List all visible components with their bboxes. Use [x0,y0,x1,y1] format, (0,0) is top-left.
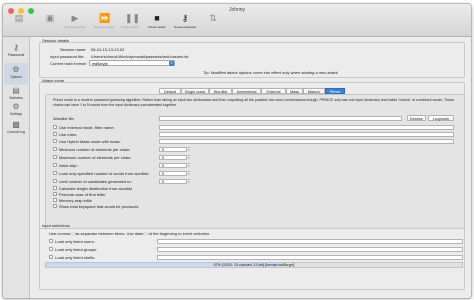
hybrid-mask-label: Use Hybrid Mask mode with mask: [59,139,121,144]
min-elements-stepper[interactable]: 0 ▴ ▾ [159,146,190,152]
stepper-arrows-icon[interactable]: ▴ ▾ [187,146,191,152]
toolbar-export-button[interactable]: ⇅ [201,13,225,35]
listed-groups-input[interactable] [157,247,463,252]
length-distribution-checkbox[interactable] [53,186,57,190]
listed-users-input[interactable] [157,239,463,244]
external-mode-checkbox[interactable] [53,125,57,129]
attack-progress-bar: 57% (13/20: 15 cracked, 11 left) [format… [45,262,463,268]
rules-checkbox[interactable] [53,132,57,136]
input-selections-label: Input selections [42,223,70,228]
toolbar-pause-attack-button[interactable]: ❚❚ Pause attack [116,13,144,35]
limit-candidates-label: Limit number of candidates generated to: [59,179,132,184]
pause-icon: ❚❚ [125,13,141,23]
permute-case-checkbox[interactable] [53,192,57,196]
hash-format-select[interactable]: md5crypt ▾ [89,60,175,66]
stepper-arrows-icon[interactable]: ▴ ▾ [187,154,191,160]
load-words-label: Load only specified number of words from… [59,171,150,176]
prince-description: Prince mode is a modern password guessin… [53,98,455,108]
toolbar-start-attack-button[interactable]: ▶ Start new attack [60,13,90,35]
listed-users-checkbox[interactable] [49,239,53,243]
permute-case-label: Permute case of first letter [59,192,106,197]
sidebar: ⚷ Passwords ⚙ Options ▤ Statistics ⚙ Set… [3,37,30,298]
wordlist-file-input[interactable] [159,116,402,121]
browse-button[interactable]: Browse [407,115,426,121]
listed-shells-label: Load only listed shells: [55,255,96,260]
limit-candidates-stepper[interactable]: 0 ▴ ▾ [159,178,190,184]
input-selections-hint: Use comma ',' as separator between items… [49,231,211,236]
hash-format-label: Current hash format: [50,61,87,66]
initial-skip-stepper[interactable]: 0 ▴ ▾ [159,162,190,168]
toolbar-open-button[interactable]: ▤ [7,13,31,35]
chart-icon: ▤ [12,86,20,95]
stepper-arrows-icon[interactable]: ▴ ▾ [187,178,191,184]
key-icon: ⚷ [13,43,19,52]
gears-icon: ⚙ [12,65,20,74]
stop-icon: ■ [154,13,160,23]
session-details-label: Session details [42,38,69,43]
toolbar-guess-password-button[interactable]: ⚷ Guess password [170,13,200,35]
memory-map-checkbox[interactable] [53,198,57,202]
export-icon: ⇅ [209,13,217,23]
attack-mode-label: Attack mode [42,78,65,83]
progress-status-text: 57% (13/20: 15 cracked, 11 left) [format… [213,263,295,267]
wordlist-file-label: Wordlist file: [53,116,75,121]
input-file-label: Input password file: [50,54,85,59]
min-elements-checkbox[interactable] [53,147,57,151]
show-keyspace-checkbox[interactable] [53,204,57,208]
session-name-value: 08-24-15-13-13-02 [91,47,125,52]
tip-text: Tip: Modified attack options come into e… [203,70,338,75]
limit-candidates-checkbox[interactable] [53,179,57,183]
chevron-down-icon: ▾ [169,61,174,66]
toolbar-resume-attack-button[interactable]: ⏩ Resume attack [90,13,118,35]
console-icon: ▩ [12,120,20,129]
title-bar: Johnny ▤ ▣ ▶ Start new attack ⏩ Resume a… [3,4,471,37]
sidebar-item-console-log[interactable]: ▩ Console log [4,118,28,140]
session-name-label: Session name: [60,47,87,52]
external-filter-input[interactable] [159,125,454,130]
memory-map-label: Memory-map infile [59,198,92,203]
stepper-arrows-icon[interactable]: ▴ ▾ [187,162,191,168]
max-elements-stepper[interactable]: 0 ▴ ▾ [159,154,190,160]
rules-input[interactable] [159,132,454,137]
listed-groups-checkbox[interactable] [49,247,53,251]
external-mode-label: Use external mode, filter name: [59,125,115,130]
stepper-arrows-icon[interactable]: ▴ ▾ [187,170,191,176]
hybrid-mask-checkbox[interactable] [53,139,57,143]
open-icon: ▤ [14,13,24,23]
key-icon: ⚷ [181,13,189,23]
rules-label: Use rules: [59,132,78,137]
hybrid-mask-input[interactable] [159,139,454,144]
length-distribution-label: Calculate length distribution from wordl… [59,186,132,191]
sidebar-item-options[interactable]: ⚙ Options [4,63,28,85]
listed-users-label: Load only listed users: [55,239,95,244]
toolbar-file-button[interactable]: ▣ [38,13,62,35]
min-elements-label: Minimum number of elements per chain: [59,147,131,152]
listed-groups-label: Load only listed groups: [55,247,98,252]
sidebar-item-passwords[interactable]: ⚷ Passwords [4,41,28,63]
max-elements-checkbox[interactable] [53,155,57,159]
load-words-stepper[interactable]: 0 ▴ ▾ [159,170,190,176]
toolbar-stop-attack-button[interactable]: ■ Pause attack [143,13,171,35]
main-window: Johnny ▤ ▣ ▶ Start new attack ⏩ Resume a… [2,3,472,299]
options-content: Session details Session name: 08-24-15-1… [31,38,469,296]
resume-icon: ⏩ [99,13,111,23]
file-icon: ▣ [45,13,55,23]
initial-skip-label: Initial skip: [59,163,78,168]
listed-shells-checkbox[interactable] [49,255,53,259]
max-elements-label: Maximum number of elements per chain: [59,155,132,160]
input-file-value: /Users/shinnok/Work/openwall/passwds/tes… [91,54,189,59]
gear-icon: ⚙ [12,102,20,111]
loopback-button[interactable]: Loopback [428,115,454,121]
initial-skip-checkbox[interactable] [53,163,57,167]
show-keyspace-label: Show total keyspace that would be produc… [59,204,139,209]
listed-shells-input[interactable] [157,255,463,260]
play-icon: ▶ [71,13,79,23]
load-words-checkbox[interactable] [53,171,57,175]
